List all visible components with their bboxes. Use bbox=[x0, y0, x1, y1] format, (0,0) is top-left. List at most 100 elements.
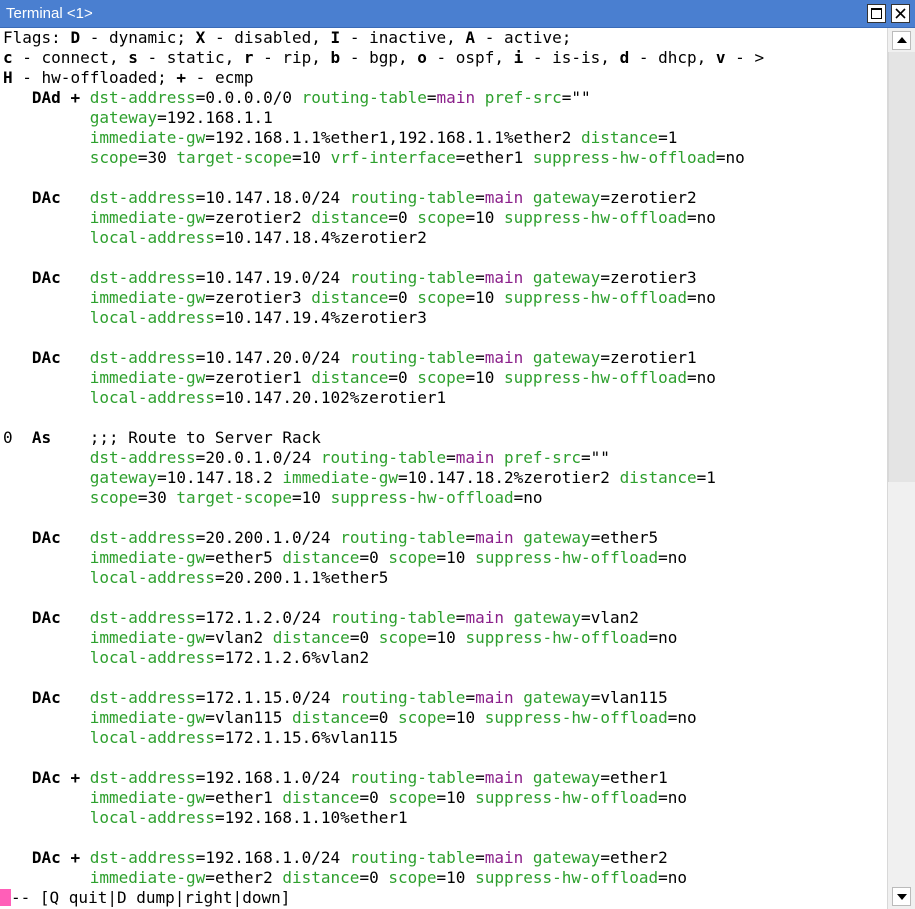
flag-description: - active; bbox=[475, 28, 572, 47]
route-attr-key: local-address bbox=[89, 728, 215, 747]
route-attr-key: routing-table bbox=[349, 348, 476, 367]
scroll-down-button[interactable] bbox=[892, 887, 911, 906]
scroll-up-button[interactable] bbox=[892, 31, 911, 50]
route-attr-key: scope bbox=[388, 788, 437, 807]
route-entry: DAc dst-address=10.147.19.0/24 routing-t… bbox=[3, 268, 887, 328]
route-attr-key: distance bbox=[581, 128, 659, 147]
flag-letter: c bbox=[3, 48, 13, 67]
route-line: immediate-gw=192.168.1.1%ether1,192.168.… bbox=[89, 128, 678, 147]
vertical-scrollbar[interactable] bbox=[887, 28, 915, 909]
flag-letter: X bbox=[195, 28, 206, 47]
route-attr-key: routing-table bbox=[349, 188, 476, 207]
scrollbar-thumb[interactable] bbox=[888, 52, 915, 482]
route-attr-key: gateway bbox=[532, 768, 601, 787]
route-attr-key: vrf-interface bbox=[330, 148, 456, 167]
flag-description: - rip, bbox=[253, 48, 331, 67]
route-number bbox=[3, 848, 13, 867]
flag-letter: D bbox=[70, 28, 81, 47]
close-button[interactable] bbox=[891, 4, 910, 23]
route-attr-value: 192.168.1.10%ether1 bbox=[224, 808, 408, 827]
route-line: DAc dst-address=10.147.18.0/24 routing-t… bbox=[3, 188, 887, 208]
route-number bbox=[3, 768, 13, 787]
route-attr-key: suppress-hw-offload bbox=[475, 548, 659, 567]
route-attr-value: no bbox=[523, 488, 543, 507]
route-flags: DAc bbox=[31, 608, 61, 627]
route-attr-value: 10.147.18.4%zerotier2 bbox=[224, 228, 427, 247]
route-attr-value: ether2 bbox=[214, 868, 273, 887]
route-attr-key: immediate-gw bbox=[89, 208, 206, 227]
flag-letter: b bbox=[330, 48, 341, 67]
route-line: immediate-gw=zerotier2 distance=0 scope=… bbox=[89, 208, 716, 227]
route-attr-value: 20.200.1.1%ether5 bbox=[224, 568, 389, 587]
route-attr-value: 10 bbox=[446, 548, 466, 567]
route-attr-key: suppress-hw-offload bbox=[465, 628, 649, 647]
route-number bbox=[3, 608, 13, 627]
status-bar-text: -- [Q quit|D dump|right|down] bbox=[11, 888, 291, 907]
route-flags: DAc bbox=[31, 188, 61, 207]
route-attr-value: main bbox=[484, 848, 524, 867]
maximize-button[interactable] bbox=[867, 4, 886, 23]
route-attr-value: 10.147.19.4%zerotier3 bbox=[224, 308, 427, 327]
terminal-output[interactable]: Flags: D - dynamic; X - disabled, I - in… bbox=[3, 28, 887, 909]
route-attr-value: 30 bbox=[147, 488, 167, 507]
route-attr-value: 192.168.1.0/24 bbox=[205, 768, 341, 787]
route-attr-value: 192.168.1.1 bbox=[166, 108, 273, 127]
route-attr-value: 192.168.1.0/24 bbox=[205, 848, 341, 867]
route-attr-key: routing-table bbox=[340, 688, 466, 707]
scrollbar-track[interactable] bbox=[888, 52, 915, 884]
route-attr-key: scope bbox=[388, 868, 437, 887]
route-attr-key: local-address bbox=[89, 648, 215, 667]
route-line: scope=30 target-scope=10 vrf-interface=e… bbox=[89, 148, 745, 167]
route-line: dst-address=20.0.1.0/24 routing-table=ma… bbox=[89, 448, 610, 467]
route-entry: DAc + dst-address=192.168.1.0/24 routing… bbox=[3, 768, 887, 828]
route-attr-key: dst-address bbox=[89, 528, 196, 547]
arrow-down-icon bbox=[897, 894, 907, 900]
route-attr-value: 0 bbox=[397, 368, 408, 387]
route-attr-key: scope bbox=[398, 708, 447, 727]
route-line: immediate-gw=zerotier1 distance=0 scope=… bbox=[89, 368, 716, 387]
route-attr-value: main bbox=[484, 268, 524, 287]
route-attr-value: 0 bbox=[369, 868, 379, 887]
route-attr-value: vlan115 bbox=[600, 688, 668, 707]
route-attr-key: immediate-gw bbox=[89, 128, 206, 147]
window-title: Terminal <1> bbox=[6, 5, 93, 22]
terminal-cursor bbox=[0, 889, 11, 906]
route-attr-key: immediate-gw bbox=[89, 788, 206, 807]
flag-description: - ospf, bbox=[426, 48, 514, 67]
route-attr-value: 172.1.15.6%vlan115 bbox=[224, 728, 398, 747]
route-attr-key: target-scope bbox=[176, 148, 293, 167]
route-attr-key: suppress-hw-offload bbox=[532, 148, 716, 167]
route-attr-value: 20.200.1.0/24 bbox=[205, 528, 331, 547]
flag-letter: A bbox=[465, 28, 476, 47]
route-line: DAd + dst-address=0.0.0.0/0 routing-tabl… bbox=[3, 88, 887, 108]
route-line: local-address=10.147.19.4%zerotier3 bbox=[89, 308, 427, 327]
route-line: immediate-gw=vlan115 distance=0 scope=10… bbox=[89, 708, 697, 727]
route-attr-value: 0.0.0.0/0 bbox=[205, 88, 293, 107]
route-line: local-address=192.168.1.10%ether1 bbox=[89, 808, 408, 827]
route-attr-value: 0 bbox=[359, 628, 370, 647]
route-attr-value: 10 bbox=[436, 628, 456, 647]
route-attr-key: routing-table bbox=[301, 88, 427, 107]
route-line: immediate-gw=ether5 distance=0 scope=10 … bbox=[89, 548, 688, 567]
status-bar: -- [Q quit|D dump|right|down] bbox=[0, 888, 884, 908]
route-attr-value: ether1 bbox=[465, 148, 524, 167]
route-attr-value: no bbox=[667, 868, 688, 887]
route-attr-key: distance bbox=[619, 468, 697, 487]
route-attr-key: gateway bbox=[523, 528, 591, 547]
route-attr-value: 172.1.2.0/24 bbox=[205, 608, 321, 627]
route-attr-value: no bbox=[725, 148, 745, 167]
route-entry: 0 As ;;; Route to Server Rack dst-addres… bbox=[3, 428, 887, 508]
route-attr-key: gateway bbox=[532, 188, 601, 207]
route-attr-key: dst-address bbox=[89, 188, 196, 207]
route-line: local-address=20.200.1.1%ether5 bbox=[89, 568, 389, 587]
route-attr-value: ether5 bbox=[214, 548, 273, 567]
route-attr-key: immediate-gw bbox=[89, 708, 206, 727]
route-attr-key: distance bbox=[282, 548, 360, 567]
route-attr-key: pref-src bbox=[503, 448, 582, 467]
route-flags: DAc + bbox=[31, 848, 81, 867]
window-titlebar[interactable]: Terminal <1> bbox=[0, 0, 915, 28]
route-flags: DAc bbox=[31, 528, 61, 547]
